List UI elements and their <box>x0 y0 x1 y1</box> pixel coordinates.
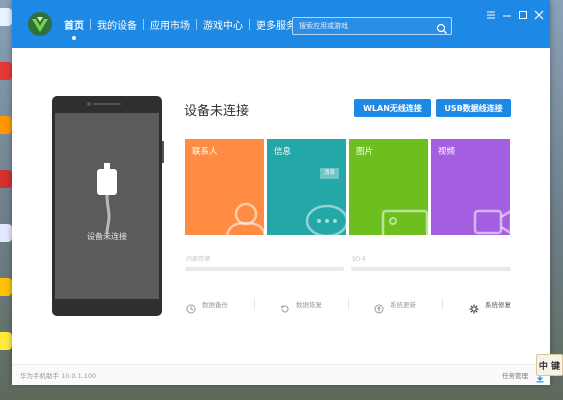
internal-storage-bar <box>185 267 344 271</box>
internal-storage-label: 内部存储 <box>186 256 211 263</box>
phone-camera <box>87 102 91 106</box>
tile-label: 视频 <box>438 147 456 157</box>
desktop-cloud-icon[interactable] <box>0 8 12 26</box>
active-indicator <box>72 36 76 40</box>
desktop-app-icon[interactable] <box>0 170 12 188</box>
restore-icon <box>280 299 290 313</box>
nav-my-device[interactable]: 我的设备 <box>91 0 143 48</box>
update-action[interactable]: 系统更新 <box>374 298 416 314</box>
desktop-app-icon[interactable] <box>0 332 12 350</box>
nav-label: 游戏中心 <box>203 20 243 32</box>
desktop-app-icon[interactable] <box>0 224 12 242</box>
status-bar: 华为手机助手 10.0.1.100 任务管理 <box>12 364 550 385</box>
tile-label: 联系人 <box>192 147 218 157</box>
version-text: 华为手机助手 10.0.1.100 <box>20 372 97 380</box>
nav-label: 首页 <box>64 20 84 32</box>
nav-game-center[interactable]: 游戏中心 <box>197 0 249 48</box>
desktop-app-icon[interactable] <box>0 278 12 296</box>
action-label: 数据恢复 <box>296 301 322 309</box>
menu-icon[interactable] <box>484 8 498 22</box>
tile-contacts[interactable]: 联系人 <box>185 139 264 235</box>
nav-label: 应用市场 <box>150 20 190 32</box>
nav-home[interactable]: 首页 <box>58 0 90 48</box>
close-icon[interactable] <box>532 8 546 22</box>
tile-label: 信息 <box>274 147 292 157</box>
tile-label: 图片 <box>356 147 374 157</box>
tile-messages[interactable]: 信息 消息 <box>267 139 346 235</box>
repair-icon <box>469 299 479 314</box>
main-nav: 首页 我的设备 应用市场 游戏中心 更多服务 <box>58 0 302 48</box>
tile-videos[interactable]: 视频 <box>431 139 510 235</box>
action-label: 系统更新 <box>390 301 416 309</box>
usb-cable-icon <box>93 163 121 237</box>
ime-indicator[interactable]: 中 键 <box>536 354 563 376</box>
wlan-connect-button[interactable]: WLAN无线连接 <box>354 99 431 117</box>
phone-illustration: 设备未连接 <box>52 96 164 316</box>
phone-side-button <box>162 141 164 163</box>
tile-photos[interactable]: 图片 <box>349 139 428 235</box>
ime-label: 中 键 <box>538 361 561 372</box>
task-manager-link[interactable]: 任务管理 <box>502 370 528 380</box>
action-divider <box>254 298 255 310</box>
repair-action[interactable]: 系统修复 <box>469 298 511 314</box>
nav-label: 更多服务 <box>256 20 296 32</box>
phone-status-label: 设备未连接 <box>87 232 127 241</box>
nav-label: 我的设备 <box>97 20 137 32</box>
desktop-app-icon[interactable] <box>0 62 12 80</box>
message-badge: 消息 <box>320 168 339 179</box>
nav-app-market[interactable]: 应用市场 <box>144 0 196 48</box>
search-input[interactable] <box>293 18 437 34</box>
maximize-icon[interactable] <box>516 8 530 22</box>
huawei-assistant-window: 首页 我的设备 应用市场 游戏中心 更多服务 搜索应用或游戏 设备未连接 设备未… <box>12 0 550 385</box>
minimize-icon[interactable] <box>500 8 514 22</box>
update-icon <box>374 299 384 314</box>
restore-action[interactable]: 数据恢复 <box>280 298 322 313</box>
backup-action[interactable]: 数据备份 <box>186 298 228 314</box>
usb-connect-button[interactable]: USB数据线连接 <box>436 99 511 117</box>
sd-card-label: SD卡 <box>352 256 367 263</box>
action-divider <box>442 298 443 310</box>
search-icon[interactable] <box>436 20 448 34</box>
header-bar: 首页 我的设备 应用市场 游戏中心 更多服务 <box>12 0 550 48</box>
search-box <box>292 17 452 35</box>
phone-screen: 设备未连接 <box>55 113 159 299</box>
app-logo-icon <box>28 12 52 36</box>
action-divider <box>348 298 349 310</box>
action-label: 系统修复 <box>485 301 511 309</box>
connection-status-title: 设备未连接 <box>184 104 250 119</box>
action-label: 数据备份 <box>202 301 228 309</box>
desktop-app-icon[interactable] <box>0 116 12 134</box>
phone-speaker <box>93 103 121 105</box>
sd-card-bar <box>351 267 511 271</box>
backup-icon <box>186 299 196 314</box>
